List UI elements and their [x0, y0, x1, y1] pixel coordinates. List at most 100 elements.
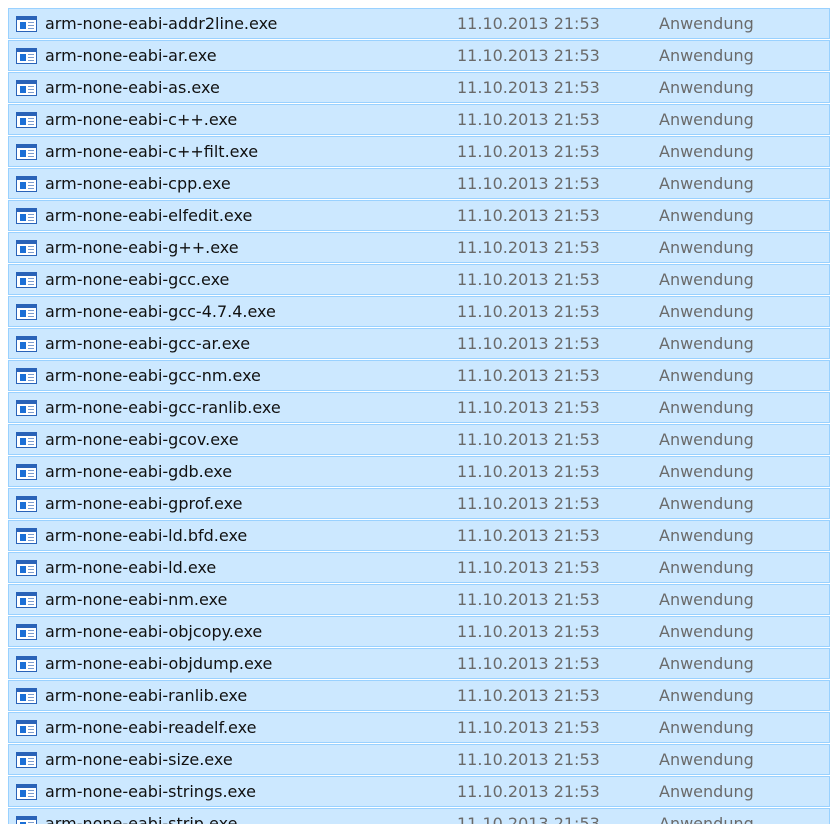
- exe-application-icon: [16, 816, 37, 824]
- file-name: arm-none-eabi-gdb.exe: [45, 462, 233, 481]
- file-date-modified: 11.10.2013 21:53: [457, 622, 600, 641]
- file-row[interactable]: arm-none-eabi-gcc.exe 11.10.2013 21:53 Anw…: [8, 264, 830, 295]
- file-row[interactable]: arm-none-eabi-gcc-nm.exe 11.10.2013 21:53…: [8, 360, 830, 391]
- file-type: Anwendung: [659, 302, 754, 321]
- file-date-modified: 11.10.2013 21:53: [457, 558, 600, 577]
- file-type: Anwendung: [659, 110, 754, 129]
- file-type: Anwendung: [659, 782, 754, 801]
- file-row[interactable]: arm-none-eabi-nm.exe 11.10.2013 21:53 Anwe…: [8, 584, 830, 615]
- file-row[interactable]: arm-none-eabi-gcov.exe 11.10.2013 21:53 An…: [8, 424, 830, 455]
- file-row[interactable]: arm-none-eabi-gcc-ranlib.exe 11.10.2013 2…: [8, 392, 830, 423]
- file-name: arm-none-eabi-nm.exe: [45, 590, 228, 609]
- file-name: arm-none-eabi-gcc-ranlib.exe: [45, 398, 281, 417]
- exe-application-icon: [16, 112, 37, 128]
- file-row[interactable]: arm-none-eabi-strings.exe 11.10.2013 21:5…: [8, 776, 830, 807]
- file-date-modified: 11.10.2013 21:53: [457, 526, 600, 545]
- file-date-modified: 11.10.2013 21:53: [457, 78, 600, 97]
- exe-application-icon: [16, 16, 37, 32]
- exe-application-icon: [16, 304, 37, 320]
- file-row[interactable]: arm-none-eabi-ar.exe 11.10.2013 21:53 Anwe…: [8, 40, 830, 71]
- file-name: arm-none-eabi-g++.exe: [45, 238, 239, 257]
- file-name: arm-none-eabi-ld.exe: [45, 558, 217, 577]
- file-row[interactable]: arm-none-eabi-elfedit.exe 11.10.2013 21:5…: [8, 200, 830, 231]
- file-row[interactable]: arm-none-eabi-c++filt.exe 11.10.2013 21:5…: [8, 136, 830, 167]
- file-type: Anwendung: [659, 78, 754, 97]
- file-row[interactable]: arm-none-eabi-objcopy.exe 11.10.2013 21:5…: [8, 616, 830, 647]
- file-row[interactable]: arm-none-eabi-as.exe 11.10.2013 21:53 Anwe…: [8, 72, 830, 103]
- file-date-modified: 11.10.2013 21:53: [457, 782, 600, 801]
- file-type: Anwendung: [659, 750, 754, 769]
- exe-application-icon: [16, 720, 37, 736]
- file-row[interactable]: arm-none-eabi-c++.exe 11.10.2013 21:53 Anw…: [8, 104, 830, 135]
- file-row[interactable]: arm-none-eabi-gcc-ar.exe 11.10.2013 21:53…: [8, 328, 830, 359]
- file-name: arm-none-eabi-elfedit.exe: [45, 206, 253, 225]
- exe-application-icon: [16, 560, 37, 576]
- file-name: arm-none-eabi-gcov.exe: [45, 430, 239, 449]
- file-row[interactable]: arm-none-eabi-cpp.exe 11.10.2013 21:53 Anw…: [8, 168, 830, 199]
- file-type: Anwendung: [659, 270, 754, 289]
- file-name: arm-none-eabi-addr2line.exe: [45, 14, 278, 33]
- exe-application-icon: [16, 240, 37, 256]
- file-type: Anwendung: [659, 430, 754, 449]
- file-date-modified: 11.10.2013 21:53: [457, 110, 600, 129]
- file-date-modified: 11.10.2013 21:53: [457, 142, 600, 161]
- exe-application-icon: [16, 784, 37, 800]
- file-row[interactable]: arm-none-eabi-gprof.exe 11.10.2013 21:53 A…: [8, 488, 830, 519]
- exe-application-icon: [16, 688, 37, 704]
- file-type: Anwendung: [659, 590, 754, 609]
- file-row[interactable]: arm-none-eabi-objdump.exe 11.10.2013 21:5…: [8, 648, 830, 679]
- exe-application-icon: [16, 528, 37, 544]
- file-row[interactable]: arm-none-eabi-addr2line.exe 11.10.2013 21…: [8, 8, 830, 39]
- exe-application-icon: [16, 624, 37, 640]
- file-row[interactable]: arm-none-eabi-ld.exe 11.10.2013 21:53 Anwe…: [8, 552, 830, 583]
- file-name: arm-none-eabi-objcopy.exe: [45, 622, 263, 641]
- file-name: arm-none-eabi-gcc-ar.exe: [45, 334, 251, 353]
- file-date-modified: 11.10.2013 21:53: [457, 206, 600, 225]
- file-type: Anwendung: [659, 462, 754, 481]
- file-row[interactable]: arm-none-eabi-gcc-4.7.4.exe 11.10.2013 21…: [8, 296, 830, 327]
- exe-application-icon: [16, 752, 37, 768]
- file-date-modified: 11.10.2013 21:53: [457, 302, 600, 321]
- file-row[interactable]: arm-none-eabi-ld.bfd.exe 11.10.2013 21:53…: [8, 520, 830, 551]
- exe-application-icon: [16, 208, 37, 224]
- file-name: arm-none-eabi-as.exe: [45, 78, 220, 97]
- file-name: arm-none-eabi-objdump.exe: [45, 654, 273, 673]
- file-type: Anwendung: [659, 654, 754, 673]
- exe-application-icon: [16, 368, 37, 384]
- file-row[interactable]: arm-none-eabi-size.exe 11.10.2013 21:53 An…: [8, 744, 830, 775]
- file-type: Anwendung: [659, 366, 754, 385]
- file-date-modified: 11.10.2013 21:53: [457, 46, 600, 65]
- file-type: Anwendung: [659, 814, 754, 824]
- file-date-modified: 11.10.2013 21:53: [457, 654, 600, 673]
- file-list: arm-none-eabi-addr2line.exe 11.10.2013 21…: [8, 8, 830, 824]
- file-row[interactable]: arm-none-eabi-readelf.exe 11.10.2013 21:5…: [8, 712, 830, 743]
- file-date-modified: 11.10.2013 21:53: [457, 430, 600, 449]
- file-date-modified: 11.10.2013 21:53: [457, 270, 600, 289]
- file-name: arm-none-eabi-cpp.exe: [45, 174, 231, 193]
- file-date-modified: 11.10.2013 21:53: [457, 750, 600, 769]
- file-name: arm-none-eabi-gcc.exe: [45, 270, 230, 289]
- file-date-modified: 11.10.2013 21:53: [457, 14, 600, 33]
- file-date-modified: 11.10.2013 21:53: [457, 718, 600, 737]
- file-date-modified: 11.10.2013 21:53: [457, 334, 600, 353]
- file-name: arm-none-eabi-gcc-nm.exe: [45, 366, 261, 385]
- file-date-modified: 11.10.2013 21:53: [457, 814, 600, 824]
- exe-application-icon: [16, 272, 37, 288]
- file-row[interactable]: arm-none-eabi-ranlib.exe 11.10.2013 21:53…: [8, 680, 830, 711]
- exe-application-icon: [16, 656, 37, 672]
- file-name: arm-none-eabi-gprof.exe: [45, 494, 243, 513]
- file-type: Anwendung: [659, 494, 754, 513]
- file-row[interactable]: arm-none-eabi-g++.exe 11.10.2013 21:53 Anw…: [8, 232, 830, 263]
- file-name: arm-none-eabi-strings.exe: [45, 782, 256, 801]
- file-type: Anwendung: [659, 558, 754, 577]
- exe-application-icon: [16, 336, 37, 352]
- file-date-modified: 11.10.2013 21:53: [457, 238, 600, 257]
- exe-application-icon: [16, 496, 37, 512]
- file-date-modified: 11.10.2013 21:53: [457, 366, 600, 385]
- file-type: Anwendung: [659, 14, 754, 33]
- exe-application-icon: [16, 592, 37, 608]
- file-row[interactable]: arm-none-eabi-strip.exe 11.10.2013 21:53 A…: [8, 808, 830, 824]
- file-row[interactable]: arm-none-eabi-gdb.exe 11.10.2013 21:53 Anw…: [8, 456, 830, 487]
- file-type: Anwendung: [659, 46, 754, 65]
- file-date-modified: 11.10.2013 21:53: [457, 686, 600, 705]
